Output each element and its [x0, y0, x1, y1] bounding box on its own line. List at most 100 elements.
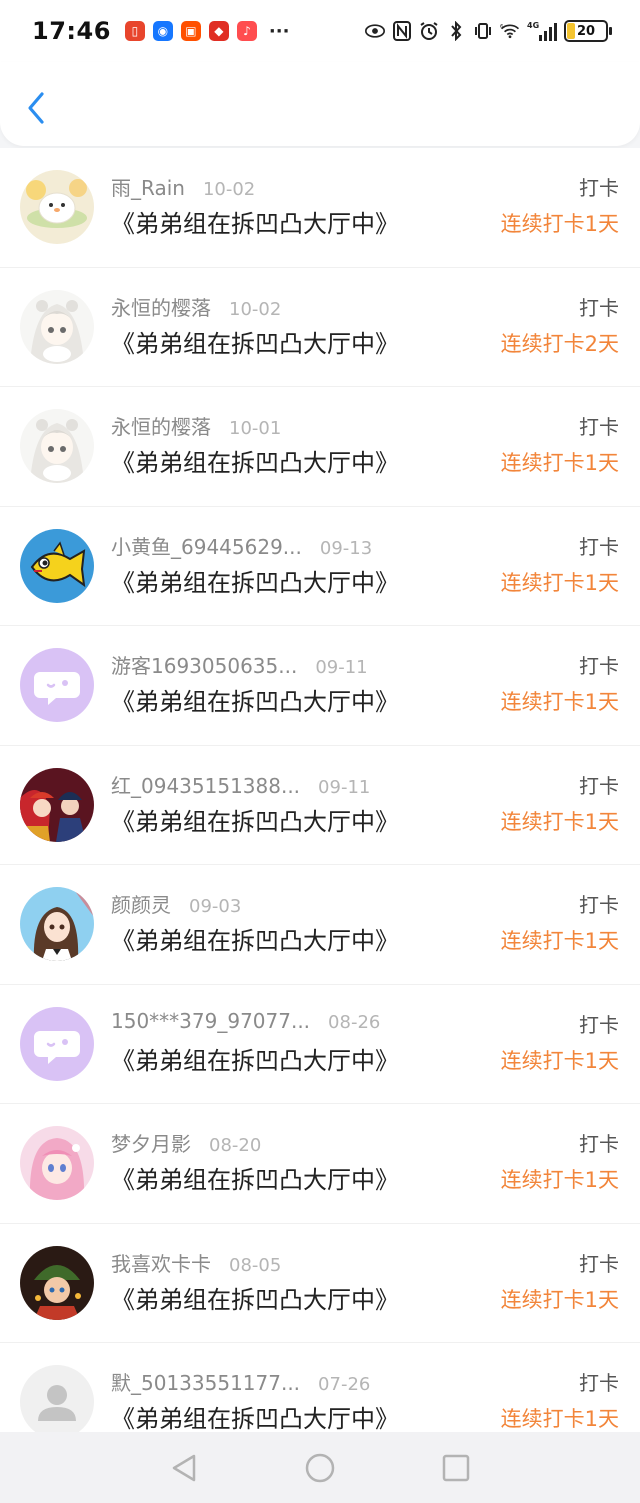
checkin-row[interactable]: 我喜欢卡卡 08-05 《弟弟组在拆凹凸大厅中》 打卡连续打卡1天 — [0, 1224, 640, 1343]
checkin-type-label: 打卡 — [579, 415, 619, 439]
user-avatar[interactable] — [20, 1006, 94, 1081]
checkin-row[interactable]: 颜颜灵 09-03 《弟弟组在拆凹凸大厅中》 打卡 连续打卡1天 — [0, 865, 640, 985]
checkin-list: 雨_Rain 10-02 《弟弟组在拆凹凸大厅中》 打卡 连续打卡1天 永恒的樱落 10-0… — [0, 148, 640, 1432]
book-title[interactable]: 《弟弟组在拆凹凸大厅中》 — [111, 802, 399, 837]
checkin-date: 08-20 — [209, 1135, 262, 1156]
streak-label: 连续打卡1天 — [500, 809, 619, 834]
status-time: 17:46 — [32, 17, 111, 45]
user-avatar[interactable] — [20, 648, 94, 722]
book-title[interactable]: 《弟弟组在拆凹凸大厅中》 — [111, 1160, 399, 1195]
user-name[interactable]: 颜颜灵 — [111, 889, 171, 918]
user-avatar[interactable] — [20, 289, 94, 364]
alarm-icon — [419, 21, 439, 41]
square-recent-icon — [442, 1454, 470, 1481]
checkin-type-label: 打卡 — [579, 1132, 619, 1156]
checkin-date: 08-05 — [229, 1254, 282, 1276]
user-name[interactable]: 红_09435151388... — [111, 770, 300, 799]
user-meta: 颜颜灵 09-03 — [111, 889, 241, 918]
user-avatar[interactable] — [20, 1365, 94, 1432]
checkin-date: 09-11 — [318, 776, 371, 798]
page-header — [0, 62, 640, 146]
book-title[interactable]: 《弟弟组在拆凹凸大厅中》 — [111, 1399, 399, 1432]
checkin-row[interactable]: 红_09435151388... 09-11 《弟弟组在拆凹凸大厅中》 打卡连续打卡1… — [0, 746, 640, 865]
user-avatar[interactable] — [20, 767, 94, 842]
user-name[interactable]: 梦夕月影 — [111, 1128, 191, 1157]
book-title[interactable]: 《弟弟组在拆凹凸大厅中》 — [111, 921, 399, 956]
streak-label: 连续打卡1天 — [500, 570, 619, 595]
nav-recent-button[interactable] — [438, 1450, 474, 1486]
checkin-type-label: 打卡 — [579, 773, 619, 798]
book-title[interactable]: 《弟弟组在拆凹凸大厅中》 — [111, 443, 399, 478]
checkin-type-label: 打卡 — [579, 1371, 619, 1395]
svg-text:6: 6 — [500, 24, 504, 30]
user-name[interactable]: 永恒的樱落 — [111, 292, 211, 321]
streak-label: 连续打卡1天 — [500, 1407, 619, 1431]
checkin-row[interactable]: 游客1693050635... 09-11 《弟弟组在拆凹凸大厅中》 打卡 连续打卡1天 — [0, 626, 640, 746]
cellular-signal-icon: 4G — [527, 21, 557, 41]
app-notification-icon: ▣ — [180, 21, 201, 41]
vibrate-icon — [473, 21, 493, 41]
more-notifications-icon: ··· — [268, 20, 290, 42]
checkin-type-label: 打卡 — [579, 295, 619, 320]
checkin-row[interactable]: 小黄鱼_69445629... 09-13 《弟弟组在拆凹凸大厅中》 打卡 连续打卡1天 — [0, 507, 640, 626]
app-notification-icon: ♪ — [236, 21, 257, 41]
user-name[interactable]: 我喜欢卡卡 — [111, 1248, 211, 1277]
book-title[interactable]: 《弟弟组在拆凹凸大厅中》 — [111, 682, 399, 717]
checkin-row[interactable]: 永恒的樱落 10-02 《弟弟组在拆凹凸大厅中》 打卡 连续打卡2天 — [0, 268, 640, 387]
notification-icons: ▯ ◉ ▣ ◆ ♪ ··· — [124, 20, 290, 42]
streak-label: 连续打卡1天 — [500, 1048, 619, 1073]
app-notification-icon: ◆ — [208, 21, 229, 41]
app-notification-icon: ◉ — [152, 21, 173, 41]
checkin-row[interactable]: 默_50133551177... 07-26 《弟弟组在拆凹凸大厅中》 打卡 连续打卡1… — [0, 1343, 640, 1432]
book-title[interactable]: 《弟弟组在拆凹凸大厅中》 — [111, 204, 399, 239]
user-name[interactable]: 默_50133551177... — [111, 1367, 300, 1396]
eye-icon — [365, 21, 385, 41]
streak-label: 连续打卡1天 — [500, 1287, 619, 1312]
streak-label: 连续打卡1天 — [500, 929, 619, 953]
user-avatar[interactable] — [20, 887, 94, 961]
streak-label: 连续打卡1天 — [500, 212, 619, 236]
battery-icon: 20 — [564, 20, 612, 42]
checkin-row[interactable]: 雨_Rain 10-02 《弟弟组在拆凹凸大厅中》 打卡连续打卡1天 — [0, 148, 640, 268]
checkin-date: 10-02 — [229, 298, 282, 320]
user-avatar[interactable] — [20, 1245, 94, 1320]
user-avatar[interactable] — [20, 528, 94, 603]
nav-home-button[interactable] — [302, 1450, 338, 1486]
checkin-date: 09-11 — [315, 657, 368, 678]
checkin-date: 09-13 — [319, 537, 373, 559]
checkin-type-label: 打卡 — [579, 176, 619, 200]
circle-home-icon — [305, 1453, 335, 1482]
checkin-date: 10-01 — [229, 418, 282, 439]
user-name[interactable]: 游客1693050635... — [111, 650, 297, 679]
user-avatar[interactable] — [20, 170, 94, 244]
book-title[interactable]: 《弟弟组在拆凹凸大厅中》 — [111, 324, 399, 359]
nfc-icon — [392, 21, 412, 41]
checkin-row[interactable]: 梦夕月影 08-20 《弟弟组在拆凹凸大厅中》 打卡连续打卡1天 — [0, 1104, 640, 1224]
checkin-type-label: 打卡 — [579, 1012, 619, 1037]
checkin-row[interactable]: 150***379_97077... 08-26 《弟弟组在拆凹凸大厅中》 打卡连续打… — [0, 985, 640, 1104]
user-meta: 游客1693050635... 09-11 — [111, 650, 368, 679]
system-icons: 6 4G 20 — [365, 20, 612, 42]
checkin-row[interactable]: 永恒的樱落 10-01 《弟弟组在拆凹凸大厅中》 打卡连续打卡1天 — [0, 387, 640, 507]
book-title[interactable]: 《弟弟组在拆凹凸大厅中》 — [111, 1041, 399, 1076]
user-name[interactable]: 小黄鱼_69445629... — [111, 531, 302, 560]
status-bar: 17:46 ▯ ◉ ▣ ◆ ♪ ··· 6 4G 20 — [0, 0, 640, 62]
checkin-date: 09-03 — [189, 896, 242, 917]
user-avatar[interactable] — [20, 409, 94, 483]
back-button[interactable] — [18, 88, 54, 128]
user-name[interactable]: 雨_Rain — [111, 172, 185, 201]
user-avatar[interactable] — [20, 1126, 94, 1200]
wifi-icon: 6 — [500, 21, 520, 41]
book-title[interactable]: 《弟弟组在拆凹凸大厅中》 — [111, 1280, 399, 1315]
checkin-date: 08-26 — [328, 1011, 381, 1033]
nav-back-button[interactable] — [166, 1450, 202, 1486]
checkin-date: 10-02 — [202, 179, 256, 200]
user-meta: 小黄鱼_69445629... 09-13 — [111, 531, 372, 560]
streak-label: 连续打卡1天 — [500, 451, 619, 475]
user-name[interactable]: 150***379_97077... — [111, 1009, 310, 1033]
book-title[interactable]: 《弟弟组在拆凹凸大厅中》 — [111, 563, 399, 598]
user-name[interactable]: 永恒的樱落 — [111, 411, 211, 440]
streak-label: 连续打卡1天 — [500, 690, 619, 714]
checkin-type-label: 打卡 — [579, 1251, 619, 1276]
streak-label: 连续打卡1天 — [500, 1168, 619, 1192]
